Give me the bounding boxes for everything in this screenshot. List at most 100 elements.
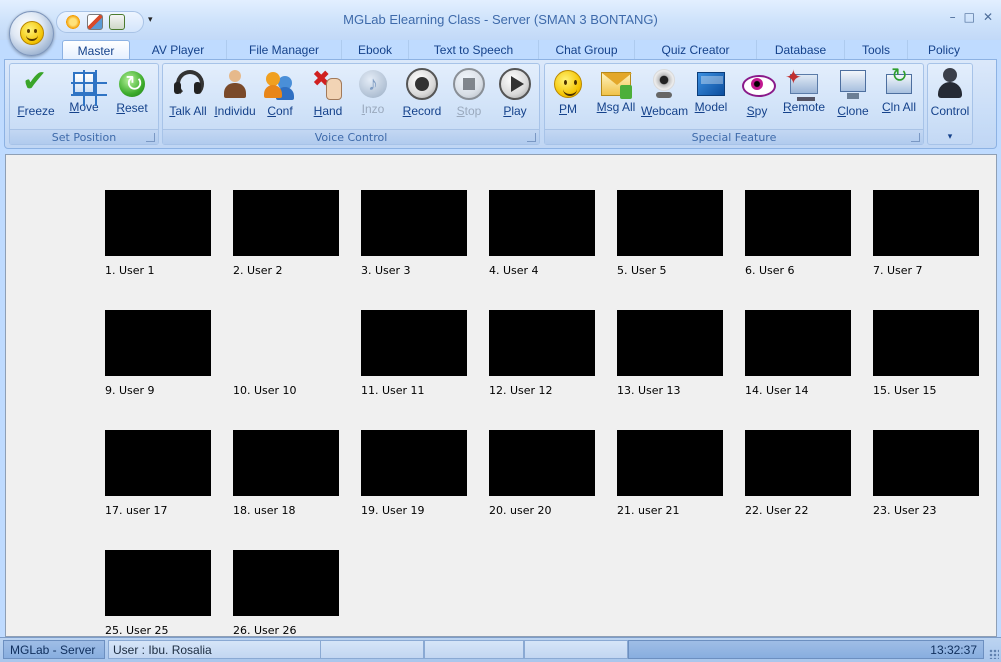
stop-button[interactable]: Stop — [449, 68, 489, 126]
close-button[interactable]: ✕ — [983, 10, 993, 24]
client-tile[interactable]: 3. User 3 — [361, 190, 467, 277]
individu-label: ndividu — [217, 104, 256, 118]
client-screen[interactable] — [361, 430, 467, 496]
tab-database[interactable]: Database — [757, 40, 845, 60]
remote-label: emote — [791, 100, 826, 114]
client-screen[interactable] — [361, 310, 467, 376]
freeze-button[interactable]: Freeze — [14, 64, 58, 126]
client-screen[interactable] — [873, 190, 979, 256]
client-tile[interactable]: 5. User 5 — [617, 190, 723, 277]
client-tile[interactable]: 13. User 13 — [617, 310, 723, 397]
tab-policy[interactable]: Policy — [908, 40, 980, 60]
client-tile[interactable]: 10. User 10 — [233, 310, 339, 397]
hand-button[interactable]: Hand — [306, 66, 350, 126]
client-screen[interactable] — [617, 190, 723, 256]
client-tile[interactable]: 18. user 18 — [233, 430, 339, 517]
client-tile[interactable]: 23. User 23 — [873, 430, 979, 517]
client-screen[interactable] — [105, 550, 211, 616]
tab-quiz-creator[interactable]: Quiz Creator — [635, 40, 757, 60]
client-screen[interactable] — [745, 310, 851, 376]
client-tile[interactable]: 17. user 17 — [105, 430, 211, 517]
tab-tools[interactable]: Tools — [845, 40, 908, 60]
hand-label: and — [322, 104, 343, 118]
tab-text-to-speech[interactable]: Text to Speech — [409, 40, 539, 60]
tab-ebook[interactable]: Ebook — [342, 40, 409, 60]
tab-chat-group[interactable]: Chat Group — [539, 40, 635, 60]
stop-label: top — [464, 104, 482, 118]
freeze-label: reeze — [24, 104, 55, 118]
client-screen[interactable] — [233, 550, 339, 616]
dialog-launcher-icon[interactable] — [911, 133, 920, 142]
client-tile[interactable]: 19. User 19 — [361, 430, 467, 517]
client-tile[interactable]: 4. User 4 — [489, 190, 595, 277]
clone-button[interactable]: Clone — [833, 68, 873, 126]
conf-key: C — [267, 104, 276, 118]
remote-button[interactable]: Remote — [781, 65, 827, 126]
tab-file-manager[interactable]: File Manager — [227, 40, 342, 60]
client-label: 13. User 13 — [617, 384, 681, 397]
tab-master[interactable]: Master — [62, 40, 130, 60]
client-screen[interactable] — [105, 310, 211, 376]
client-screen[interactable] — [873, 430, 979, 496]
conf-button[interactable]: Conf — [260, 68, 300, 126]
cln-all-button[interactable]: Cln All — [878, 63, 920, 126]
tab-av-player[interactable]: AV Player — [130, 40, 227, 60]
talk-all-label: alk All — [175, 104, 207, 118]
client-tile[interactable]: 22. User 22 — [745, 430, 851, 517]
client-tile[interactable]: 25. User 25 — [105, 550, 211, 637]
inzo-button[interactable]: Inzo — [353, 68, 393, 126]
dialog-launcher-icon[interactable] — [146, 133, 155, 142]
client-tile[interactable]: 2. User 2 — [233, 190, 339, 277]
client-tile[interactable]: 15. User 15 — [873, 310, 979, 397]
group-control[interactable]: Control ▾ — [927, 63, 973, 145]
client-tile[interactable]: 1. User 1 — [105, 190, 211, 277]
individu-button[interactable]: Individu — [212, 68, 258, 126]
minimize-button[interactable]: – — [950, 10, 956, 24]
client-tile[interactable]: 12. User 12 — [489, 310, 595, 397]
client-tile[interactable]: 21. user 21 — [617, 430, 723, 517]
move-button[interactable]: Move — [62, 68, 107, 126]
client-screen[interactable] — [361, 190, 467, 256]
model-key: M — [694, 100, 705, 114]
control-dropdown-icon[interactable]: ▾ — [928, 132, 972, 142]
client-screen[interactable] — [105, 430, 211, 496]
msg-all-button[interactable]: Msg All — [593, 68, 639, 126]
client-tile[interactable]: 20. user 20 — [489, 430, 595, 517]
client-label: 1. User 1 — [105, 264, 155, 277]
client-tile[interactable]: 14. User 14 — [745, 310, 851, 397]
record-button[interactable]: Record — [398, 68, 446, 126]
maximize-button[interactable]: □ — [964, 10, 975, 24]
client-screen[interactable] — [233, 190, 339, 256]
resize-grip-icon[interactable] — [989, 649, 999, 659]
client-tile[interactable]: 9. User 9 — [105, 310, 211, 397]
client-tile[interactable]: 26. User 26 — [233, 550, 339, 637]
control-button[interactable]: Control — [929, 68, 971, 126]
pm-button[interactable]: PM — [548, 68, 588, 126]
reset-button[interactable]: Reset — [110, 68, 154, 126]
client-screen-offline[interactable] — [233, 310, 339, 376]
play-button[interactable]: Play — [495, 68, 535, 126]
client-screen[interactable] — [489, 430, 595, 496]
model-button[interactable]: Model — [691, 68, 731, 126]
client-screen[interactable] — [745, 190, 851, 256]
client-screen[interactable] — [105, 190, 211, 256]
webcam-button[interactable]: Webcam — [641, 68, 688, 126]
client-screen[interactable] — [617, 310, 723, 376]
spy-label: py — [754, 104, 768, 118]
client-tile[interactable]: 6. User 6 — [745, 190, 851, 277]
application-menu-button[interactable] — [9, 11, 54, 56]
webcam-icon — [648, 68, 680, 100]
client-tile[interactable]: 11. User 11 — [361, 310, 467, 397]
client-screen[interactable] — [233, 430, 339, 496]
client-screen[interactable] — [489, 310, 595, 376]
spy-button[interactable]: Spy — [737, 68, 777, 126]
client-screen[interactable] — [873, 310, 979, 376]
client-screen[interactable] — [489, 190, 595, 256]
dialog-launcher-icon[interactable] — [527, 133, 536, 142]
conf-label: onf — [275, 104, 293, 118]
window-controls: – □ ✕ — [950, 10, 993, 24]
talk-all-button[interactable]: Talk All — [166, 68, 210, 126]
client-screen[interactable] — [617, 430, 723, 496]
client-tile[interactable]: 7. User 7 — [873, 190, 979, 277]
client-screen[interactable] — [745, 430, 851, 496]
